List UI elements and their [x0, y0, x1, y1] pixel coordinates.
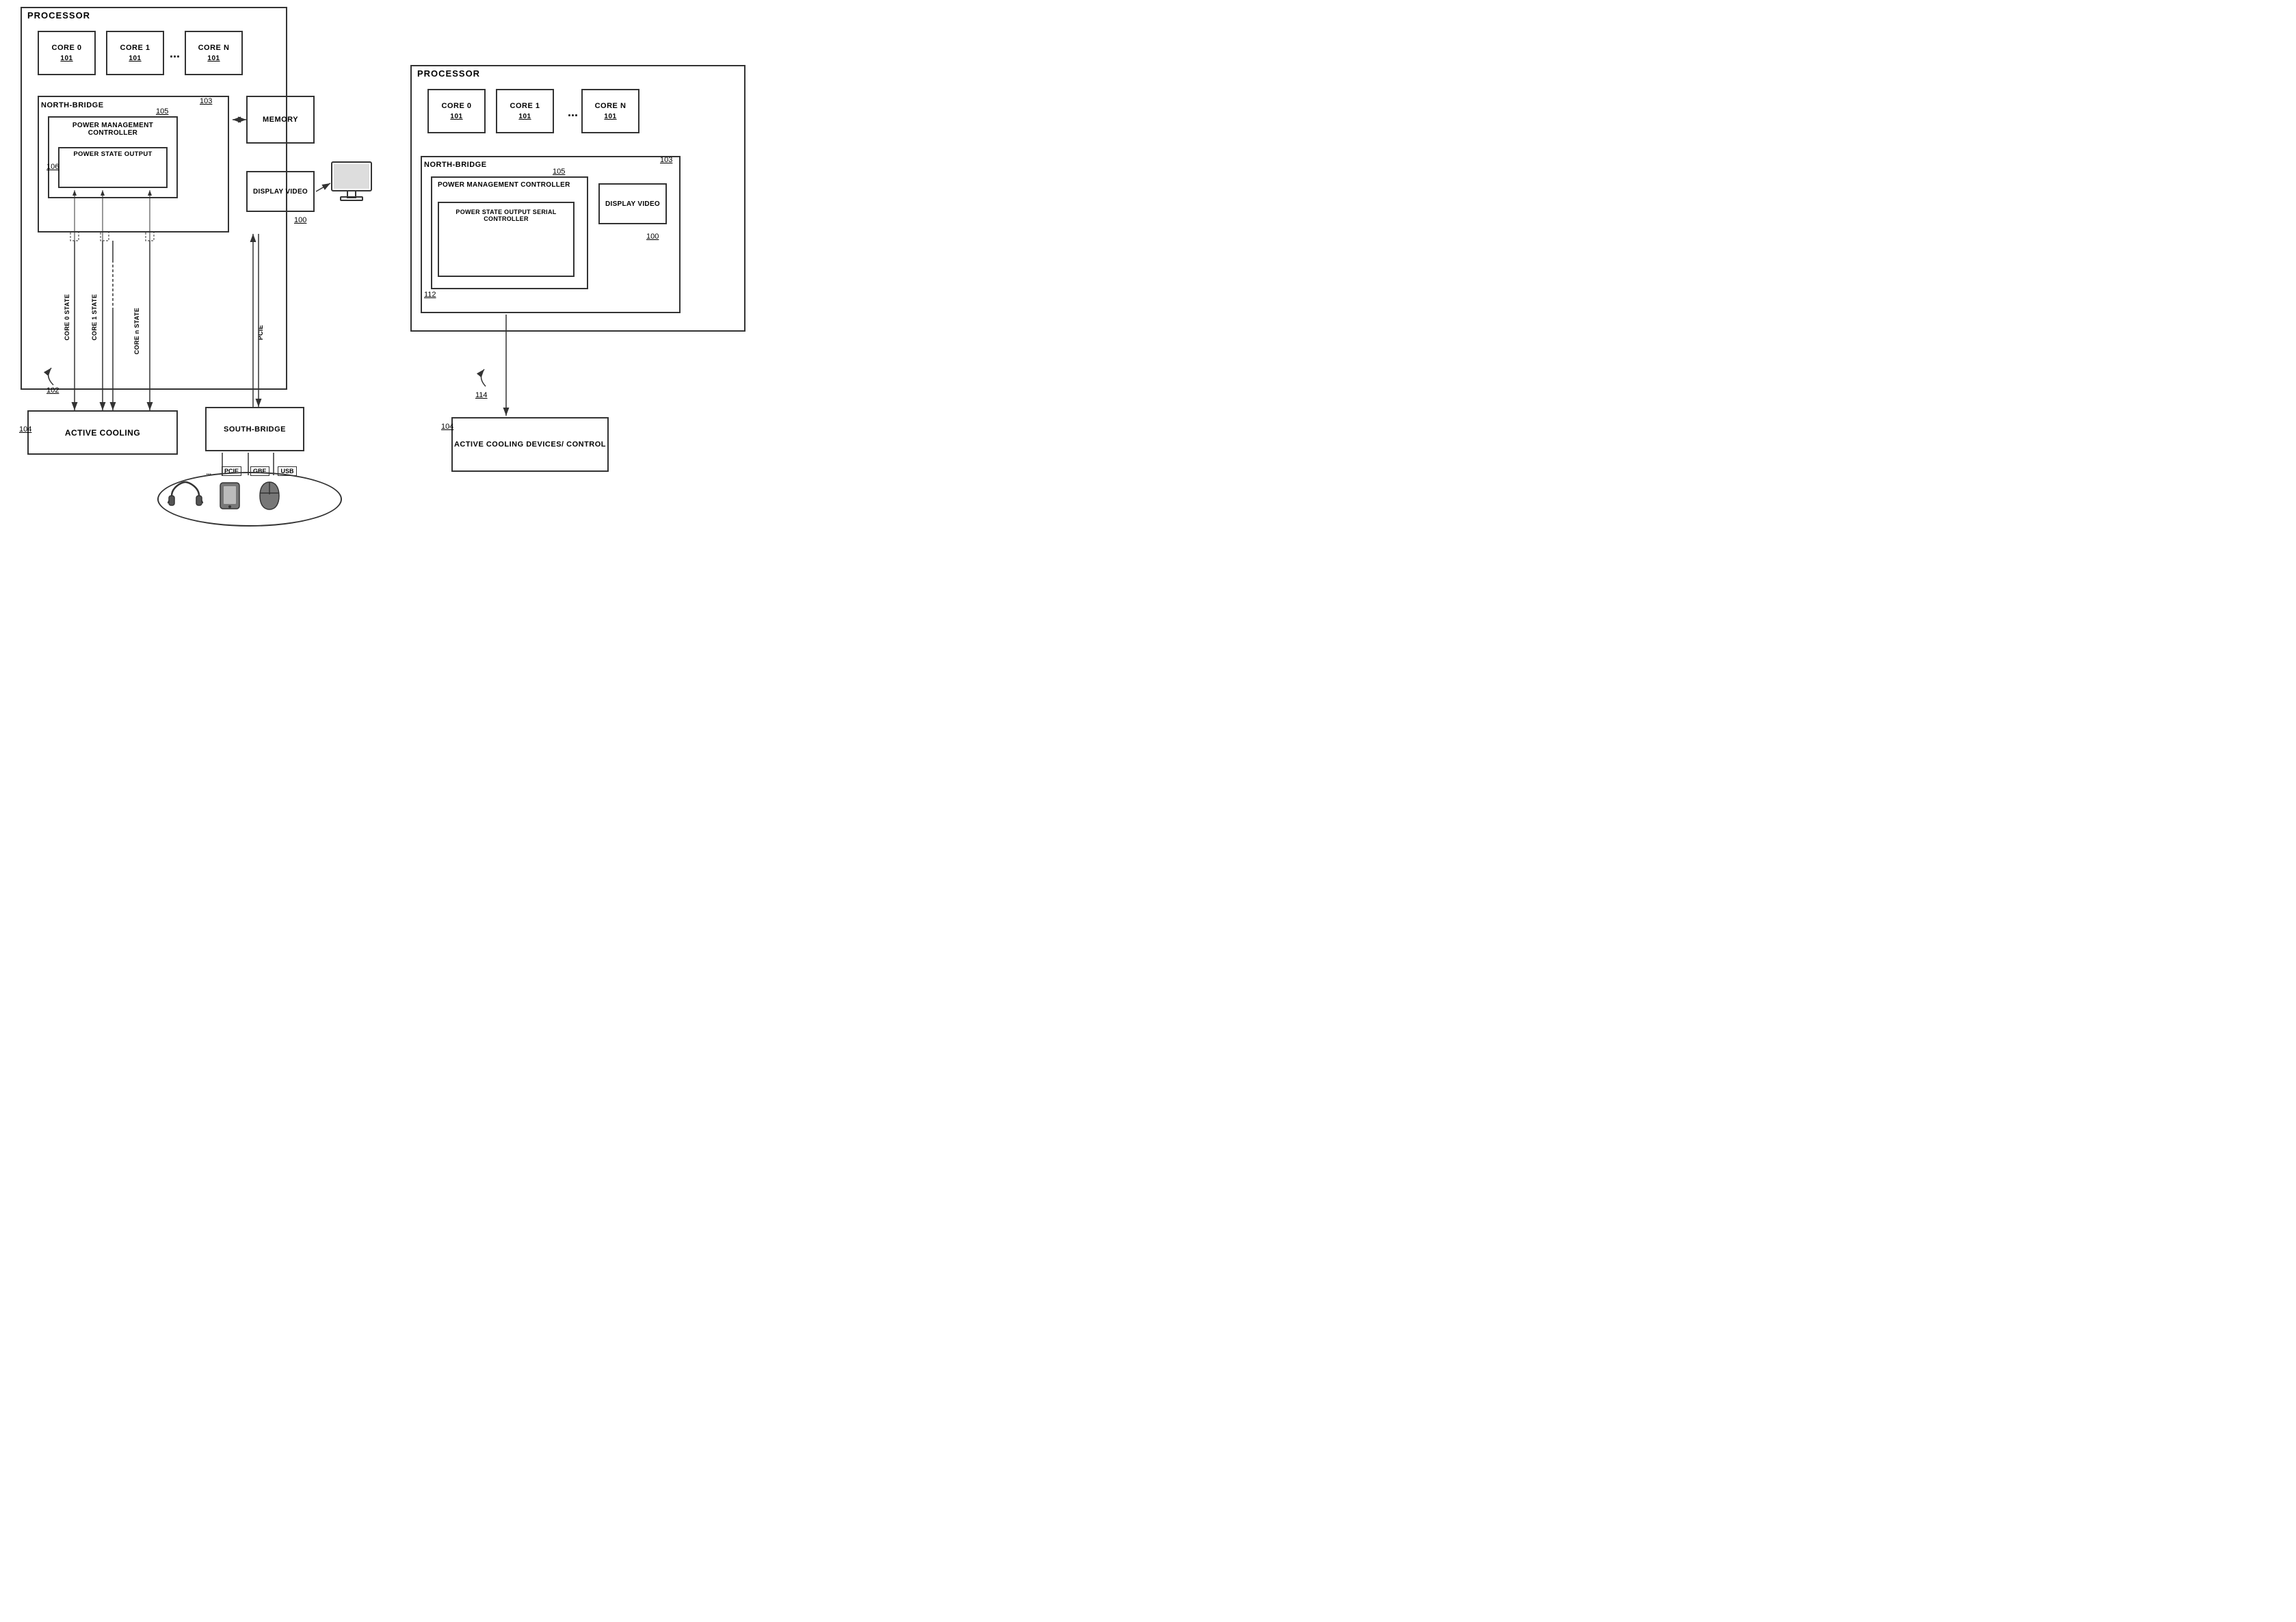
sb-box: SOUTH-BRIDGE — [205, 407, 304, 451]
dv-ref-left: 100 — [294, 216, 306, 224]
dv-label-right: DISPLAY VIDEO — [605, 200, 660, 208]
core1-box-left: CORE 1 101 — [106, 31, 164, 75]
memory-label: MEMORY — [263, 116, 298, 124]
acd-ref: 104 — [441, 423, 453, 431]
headphones-icon — [168, 481, 203, 511]
pso-label-text-left: POWER STATE OUTPUT — [73, 150, 152, 158]
pcie-label-left: PCIE — [257, 325, 264, 340]
ac-label-left: ACTIVE COOLING — [65, 428, 140, 438]
core0-ref-right: 101 — [450, 113, 462, 120]
nb-ref-right: 103 — [660, 156, 672, 164]
nb-ref-left: 103 — [200, 97, 212, 105]
device-icon — [217, 481, 243, 511]
ac-ref2-left: 102 — [47, 386, 59, 395]
coren-state-label: CORE n STATE — [133, 308, 140, 354]
nb-label-left: NORTH-BRIDGE — [41, 101, 104, 109]
core1-state-label: CORE 1 STATE — [91, 294, 98, 341]
core1-label-left: CORE 1 — [120, 44, 150, 52]
core0-label-right: CORE 0 — [442, 102, 472, 110]
diagram-container: PROCESSOR CORE 0 101 CORE 1 101 ... CORE… — [0, 0, 766, 540]
pso-label-left: POWER STATE OUTPUT — [62, 150, 164, 158]
core0-box-right: CORE 0 101 — [427, 89, 486, 133]
pmc-label-right: POWER MANAGEMENT CONTROLLER — [438, 181, 570, 189]
nb-ref2-left: 105 — [156, 107, 168, 116]
peripheral-icons — [168, 481, 282, 511]
ac-box-left: ACTIVE COOLING — [27, 410, 178, 455]
coren-box-left: CORE N 101 — [185, 31, 243, 75]
pso-ref-left: 106 — [47, 163, 59, 171]
core0-box-left: CORE 0 101 — [38, 31, 96, 75]
core1-ref-right: 101 — [518, 113, 531, 120]
coren-ref-right: 101 — [604, 113, 616, 120]
processor-label-left: PROCESSOR — [27, 10, 90, 21]
acd-box: ACTIVE COOLING DEVICES/ CONTROL — [451, 417, 609, 472]
sb-label: SOUTH-BRIDGE — [224, 425, 286, 434]
dv-label-left: DISPLAY VIDEO — [253, 188, 308, 196]
ac-ref-left: 104 — [19, 425, 31, 434]
coren-ref-left: 101 — [207, 55, 220, 62]
mouse-icon — [256, 481, 282, 511]
nb-label-right: NORTH-BRIDGE — [424, 161, 487, 169]
pso-serial-label-text: POWER STATE OUTPUT SERIAL CONTROLLER — [456, 209, 556, 222]
nb-ref3-right: 112 — [424, 291, 436, 299]
core1-box-right: CORE 1 101 — [496, 89, 554, 133]
coren-box-right: CORE N 101 — [581, 89, 639, 133]
coren-label-right: CORE N — [595, 102, 626, 110]
arrow-ref: 114 — [475, 391, 488, 399]
core1-label-right: CORE 1 — [510, 102, 540, 110]
pso-serial-label: POWER STATE OUTPUT SERIAL CONTROLLER — [441, 209, 571, 222]
core1-ref-left: 101 — [129, 55, 141, 62]
pmc-label-left: POWER MANAGEMENT CONTROLLER — [55, 122, 171, 137]
processor-label-right: PROCESSOR — [417, 68, 480, 79]
pmc-label-text-right: POWER MANAGEMENT CONTROLLER — [438, 181, 570, 189]
dv-box-left: DISPLAY VIDEO — [246, 171, 315, 212]
memory-box: MEMORY — [246, 96, 315, 144]
core0-ref-left: 101 — [60, 55, 72, 62]
nb-ref2-right: 105 — [553, 168, 565, 176]
dots-left: ... — [170, 46, 180, 61]
dv-ref-right: 100 — [646, 232, 659, 241]
monitor-icon — [328, 161, 376, 209]
core0-label-left: CORE 0 — [52, 44, 82, 52]
coren-label-left: CORE N — [198, 44, 230, 52]
dv-box-right: DISPLAY VIDEO — [598, 183, 667, 224]
pmc-label-text-left: POWER MANAGEMENT CONTROLLER — [72, 122, 153, 137]
dots-right: ... — [568, 105, 578, 120]
core0-state-label: CORE 0 STATE — [64, 294, 70, 341]
acd-label: ACTIVE COOLING DEVICES/ CONTROL — [454, 440, 606, 449]
